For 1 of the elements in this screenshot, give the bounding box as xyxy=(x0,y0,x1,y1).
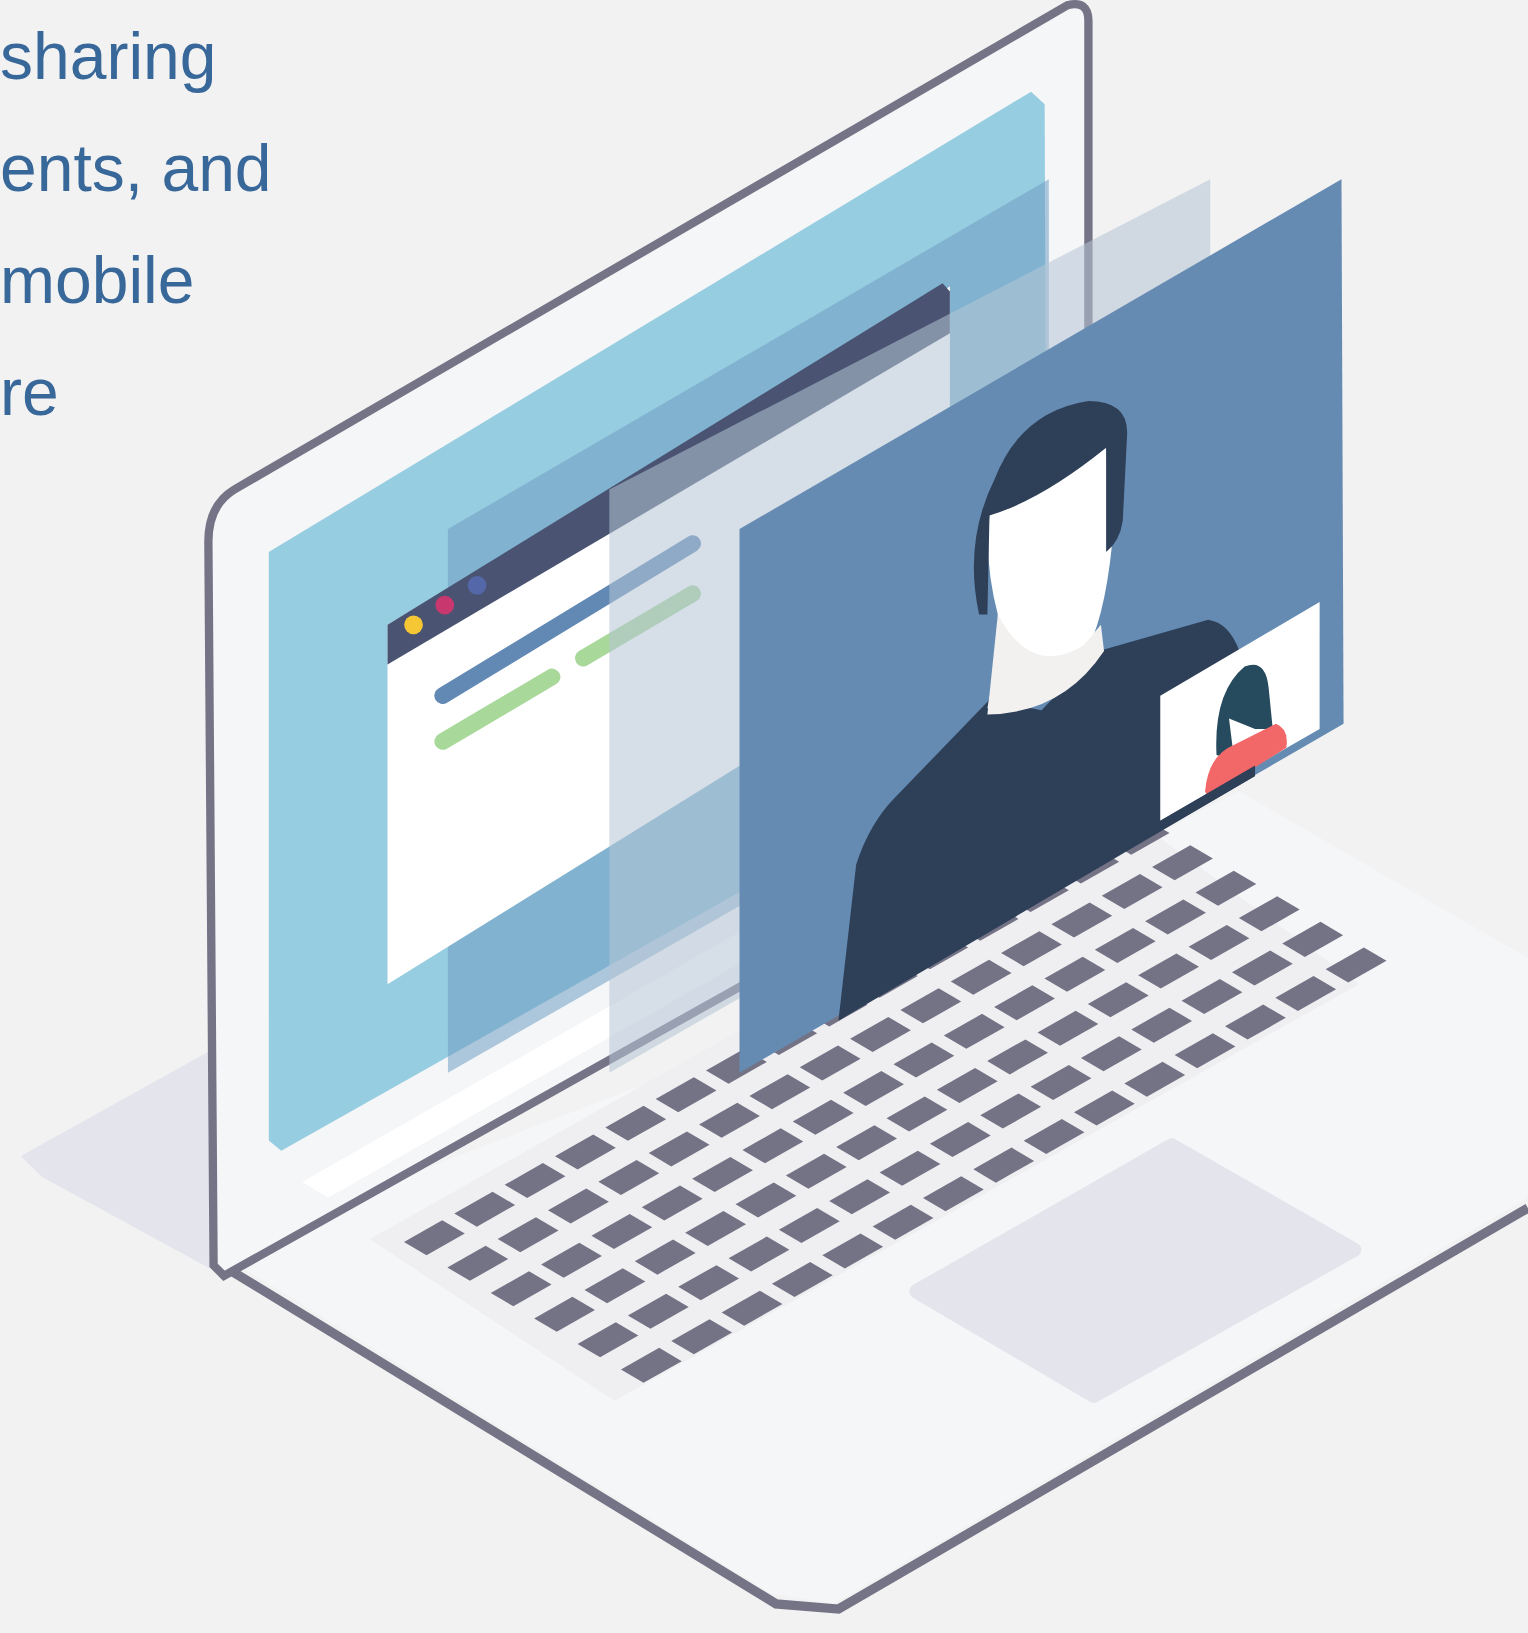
paragraph-text: sharing ents, and mobile re xyxy=(0,18,272,431)
